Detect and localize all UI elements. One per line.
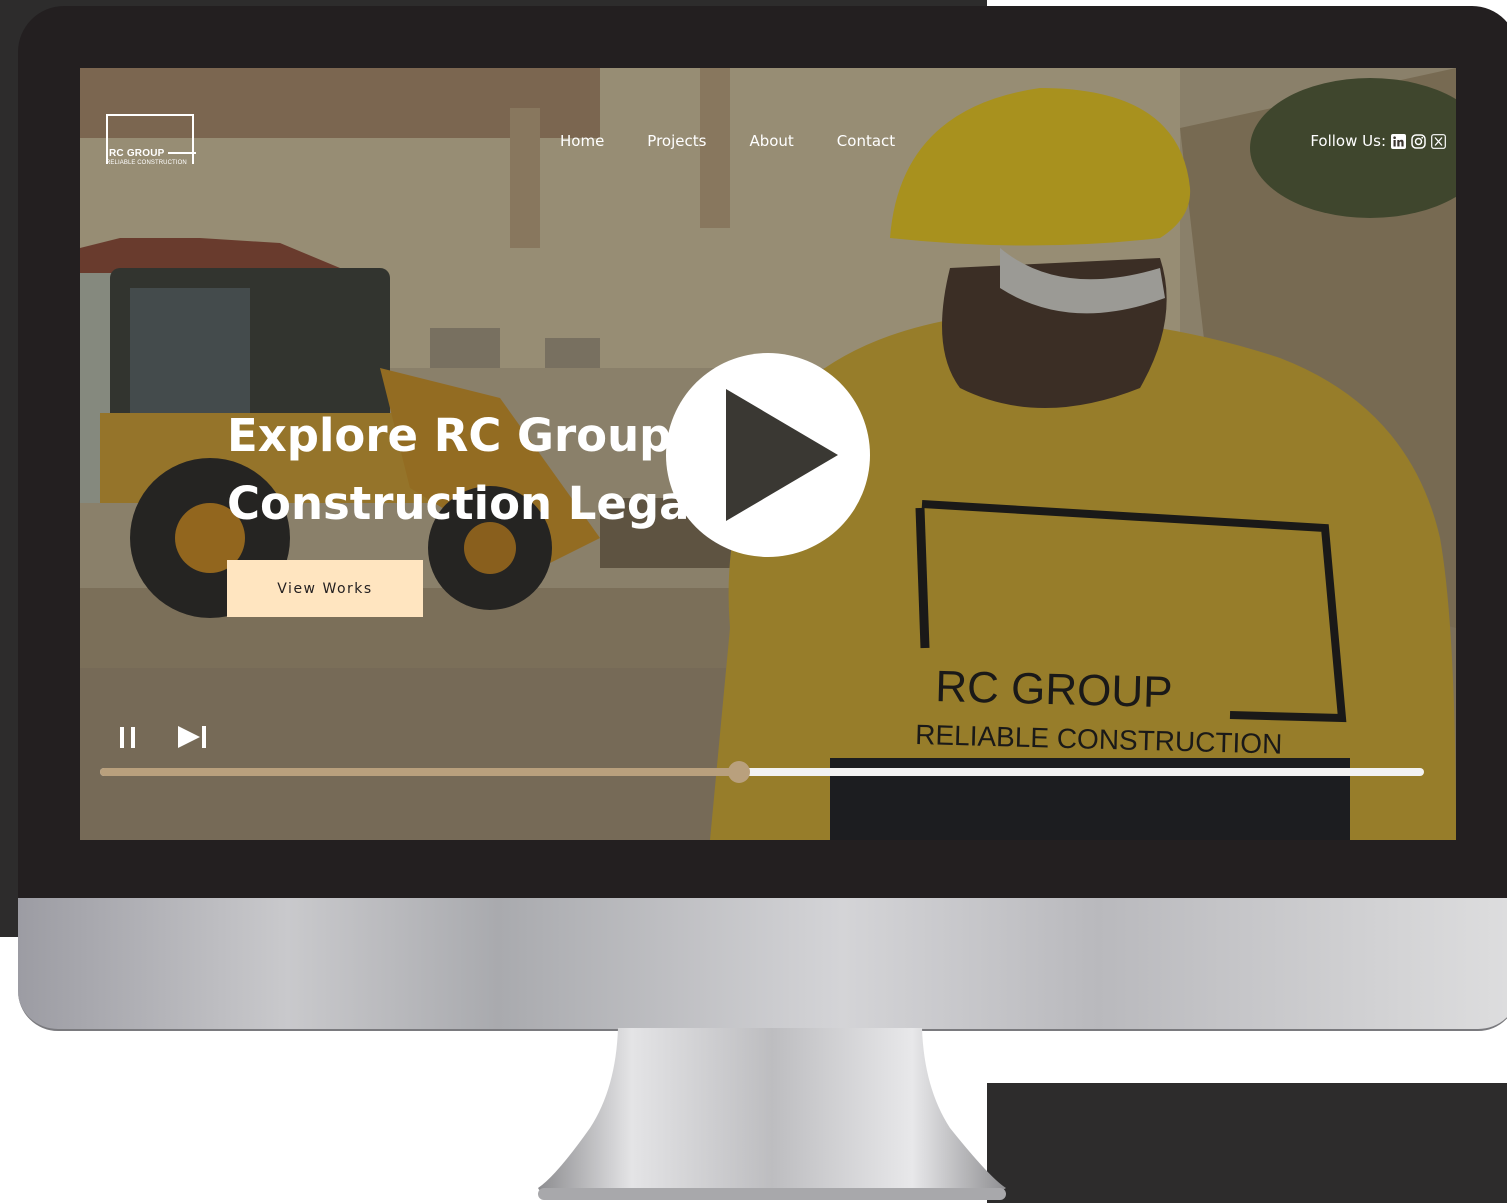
video-progress-played: [100, 768, 740, 776]
linkedin-icon[interactable]: [1390, 133, 1406, 149]
play-icon: [726, 389, 838, 521]
skip-next-button[interactable]: [176, 724, 210, 750]
video-progress-bar[interactable]: [100, 761, 1424, 783]
nav-projects[interactable]: Projects: [647, 132, 706, 150]
logo-tagline: RELIABLE CONSTRUCTION: [106, 160, 187, 166]
follow-label: Follow Us:: [1310, 132, 1386, 150]
nav-home[interactable]: Home: [560, 132, 604, 150]
follow-us: Follow Us:: [1310, 132, 1446, 150]
logo-frame-line: [168, 152, 196, 154]
monitor-chin: [18, 898, 1507, 1031]
pause-button[interactable]: [118, 724, 140, 750]
pause-icon: [120, 727, 135, 748]
background-block: [987, 1083, 1507, 1203]
monitor-stand: [538, 1028, 1006, 1200]
instagram-icon[interactable]: [1410, 133, 1426, 149]
play-video-button[interactable]: [666, 353, 870, 557]
skip-next-icon: [178, 726, 206, 748]
nav-about[interactable]: About: [749, 132, 793, 150]
logo-name: RC GROUP: [109, 148, 165, 159]
x-icon[interactable]: [1430, 133, 1446, 149]
view-works-button[interactable]: View Works: [227, 560, 423, 617]
main-nav: Home Projects About Contact: [560, 132, 938, 150]
nav-contact[interactable]: Contact: [837, 132, 895, 150]
hero-title-line1: Explore RC Group: [227, 409, 672, 462]
website-screen: RC GROUP RELIABLE CONSTRUCTION RC GROUP …: [80, 68, 1456, 840]
